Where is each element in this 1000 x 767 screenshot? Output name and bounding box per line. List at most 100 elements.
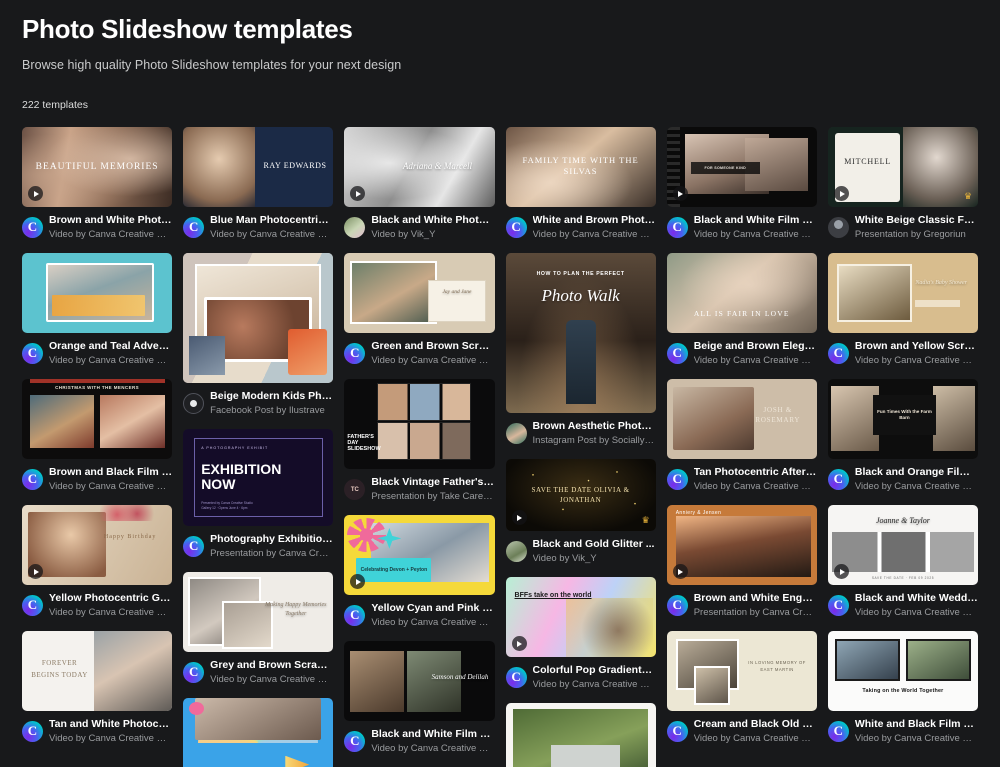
canva-logo-icon[interactable] [183, 217, 205, 239]
canva-logo-icon[interactable] [22, 595, 43, 617]
crown-icon: ♛ [963, 191, 973, 202]
template-title: Green and Brown Scrap... [371, 340, 495, 353]
template-thumbnail[interactable] [183, 253, 334, 384]
flower-avatar-icon[interactable] [344, 217, 366, 239]
template-card[interactable]: Orange and Teal Advent... Video by Canva … [22, 253, 173, 367]
template-card[interactable]: A PHOTOGRAPHY EXHIBIT EXHIBITION NOW Pre… [183, 429, 334, 560]
template-card[interactable]: SAVE THE DATE OLIVIA & JONATHAN ♛ Black an… [505, 459, 656, 565]
play-icon[interactable] [833, 564, 849, 580]
plant-avatar-icon[interactable] [505, 541, 527, 563]
template-card[interactable]: Beige Modern Kids Pho... Facebook Post by… [183, 253, 334, 417]
canva-logo-icon[interactable] [505, 667, 527, 689]
template-card[interactable]: Fun Times With the Farm Barn Black and Or… [827, 379, 979, 493]
template-byline: Video by Canva Creative Stu... [49, 481, 173, 493]
canva-logo-icon[interactable] [827, 721, 849, 743]
template-meta-text: White Beige Classic Fun... Presentation b… [855, 214, 978, 241]
template-thumbnail[interactable]: FAMILY TIME WITH THE SILVAS [505, 127, 656, 208]
template-card[interactable]: Happy Birthday Yellow Photocentric Gir..… [22, 505, 173, 619]
template-title: Yellow Cyan and Pink P... [371, 602, 495, 615]
takecare-avatar-icon[interactable] [344, 479, 366, 501]
canva-logo-icon[interactable] [22, 343, 43, 365]
person-avatar-icon[interactable] [505, 423, 527, 445]
template-thumbnail[interactable]: FOREVER BEGINS TODAY [22, 631, 173, 712]
template-card[interactable]: FAMILY TIME WITH THE SILVAS White and Bro… [505, 127, 656, 241]
template-card[interactable]: Jay and Jane Green and Brown Scrap... Vide… [344, 253, 495, 367]
template-thumbnail[interactable]: RAY EDWARDS [183, 127, 334, 208]
template-thumbnail[interactable]: CHRISTMAS WITH THE MENCERS [22, 379, 173, 460]
canva-logo-icon[interactable] [22, 721, 43, 743]
play-icon[interactable] [511, 510, 527, 526]
template-card[interactable]: FOR SOMEONE KIND Black and White Film Fr.… [666, 127, 817, 241]
canva-logo-icon[interactable] [344, 605, 366, 627]
play-icon[interactable] [672, 564, 688, 580]
template-card[interactable]: EAGLEWOOD [505, 703, 656, 767]
template-card[interactable]: RAY EDWARDS Blue Man Photocentric ... Vide… [183, 127, 334, 241]
canva-logo-icon[interactable] [827, 469, 849, 491]
template-thumbnail[interactable]: SAVE THE DATE OLIVIA & JONATHAN ♛ [505, 459, 656, 532]
template-card[interactable]: Adriana & Marcell Black and White Photo .… [344, 127, 495, 241]
canva-logo-icon[interactable] [344, 343, 366, 365]
canva-logo-icon[interactable] [183, 536, 205, 558]
template-card[interactable]: BEAUTIFUL MEMORIES Brown and White Photo.… [22, 127, 173, 241]
canva-logo-icon[interactable] [827, 343, 849, 365]
template-thumbnail[interactable]: Taking on the World Together [827, 631, 979, 712]
template-card[interactable]: MITCHELL ♛ White Beige Classic Fun... Prese… [827, 127, 979, 241]
canva-logo-icon[interactable] [666, 217, 688, 239]
template-thumbnail[interactable]: A PHOTOGRAPHY EXHIBIT EXHIBITION NOW Pre… [183, 429, 334, 527]
canva-logo-icon[interactable] [22, 217, 43, 239]
canva-logo-icon[interactable] [666, 469, 688, 491]
canva-logo-icon[interactable] [505, 217, 527, 239]
template-thumbnail[interactable]: BFFs take on the world [505, 577, 656, 658]
template-card[interactable]: Samson and Delilah Black and White Film F… [344, 641, 495, 755]
canva-logo-icon[interactable] [666, 595, 688, 617]
template-thumbnail[interactable]: FOR SOMEONE KIND [666, 127, 817, 208]
template-meta: Black and Gold Glitter ... Video by Vik_Y [505, 538, 656, 565]
canva-logo-icon[interactable] [344, 731, 366, 753]
template-thumbnail[interactable]: BEAUTIFUL MEMORIES [22, 127, 173, 208]
template-card[interactable]: BFFs take on the world Colorful Pop Gradi… [505, 577, 656, 691]
template-card[interactable]: ALL IS FAIR IN LOVE Beige and Brown Elega… [666, 253, 817, 367]
template-card[interactable]: Taking on the World Together White and Bl… [827, 631, 979, 745]
template-thumbnail[interactable]: FATHER'S DAY SLIDESHOW [344, 379, 495, 470]
template-card[interactable]: Joanne & Taylor SAVE THE DATE · FEB 09 2… [827, 505, 979, 619]
template-card[interactable]: HOW TO PLAN THE PERFECT Photo Walk Brown … [505, 253, 656, 447]
canva-logo-icon[interactable] [183, 662, 205, 684]
play-icon[interactable] [833, 186, 849, 202]
canva-logo-icon[interactable] [22, 469, 43, 491]
canva-logo-icon[interactable] [666, 721, 688, 743]
template-thumbnail[interactable]: IN LOVING MEMORY OF EAST MARTIN [666, 631, 817, 712]
template-thumbnail[interactable]: Anniery & Jensen [666, 505, 817, 586]
template-thumbnail[interactable]: Making Happy Memories Together [183, 572, 334, 653]
template-thumbnail[interactable]: Jay and Jane [344, 253, 495, 334]
template-card[interactable]: JOSH & ROSEMARY Tan Photocentric After ..… [666, 379, 817, 493]
template-card[interactable]: FATHER'S DAY SLIDESHOW Black Vintage Fath… [344, 379, 495, 503]
template-thumbnail[interactable]: Fun Times With the Farm Barn [827, 379, 979, 460]
template-thumbnail[interactable]: HOW TO PLAN THE PERFECT Photo Walk [505, 253, 656, 414]
greg-avatar-icon[interactable] [827, 217, 849, 239]
record-dot-icon[interactable] [183, 393, 205, 415]
template-thumbnail[interactable]: Samson and Delilah [344, 641, 495, 722]
template-thumbnail[interactable]: Celebrating Devon + Peyton [344, 515, 495, 596]
template-thumbnail[interactable]: JOSH & ROSEMARY [666, 379, 817, 460]
template-thumbnail[interactable]: EAGLEWOOD [505, 703, 656, 767]
template-thumbnail[interactable]: Adriana & Marcell [344, 127, 495, 208]
template-thumbnail[interactable]: ALL IS FAIR IN LOVE [666, 253, 817, 334]
template-card[interactable]: CHRISTMAS WITH THE MENCERS Brown and Bla… [22, 379, 173, 493]
template-card[interactable]: IN LOVING MEMORY OF EAST MARTIN Cream and… [666, 631, 817, 745]
template-thumbnail[interactable]: Joanne & Taylor SAVE THE DATE · FEB 09 2… [827, 505, 979, 586]
template-card[interactable]: Making Happy Memories Together Grey and B… [183, 572, 334, 686]
template-card[interactable] [183, 698, 334, 767]
template-card[interactable]: FOREVER BEGINS TODAY Tan and White Photoc… [22, 631, 173, 745]
template-thumbnail[interactable] [183, 698, 334, 767]
template-thumbnail[interactable] [22, 253, 173, 334]
template-card[interactable]: Nadia's Baby Shower Brown and Yellow Scr… [827, 253, 979, 367]
template-thumbnail[interactable]: Nadia's Baby Shower [827, 253, 979, 334]
canva-logo-icon[interactable] [827, 595, 849, 617]
template-card[interactable]: Anniery & Jensen Brown and White Engag...… [666, 505, 817, 619]
play-icon[interactable] [672, 186, 688, 202]
canva-logo-icon[interactable] [666, 343, 688, 365]
play-icon[interactable] [511, 636, 527, 652]
template-thumbnail[interactable]: MITCHELL ♛ [827, 127, 979, 208]
template-card[interactable]: Celebrating Devon + Peyton Yellow Cyan an… [344, 515, 495, 629]
template-thumbnail[interactable]: Happy Birthday [22, 505, 173, 586]
